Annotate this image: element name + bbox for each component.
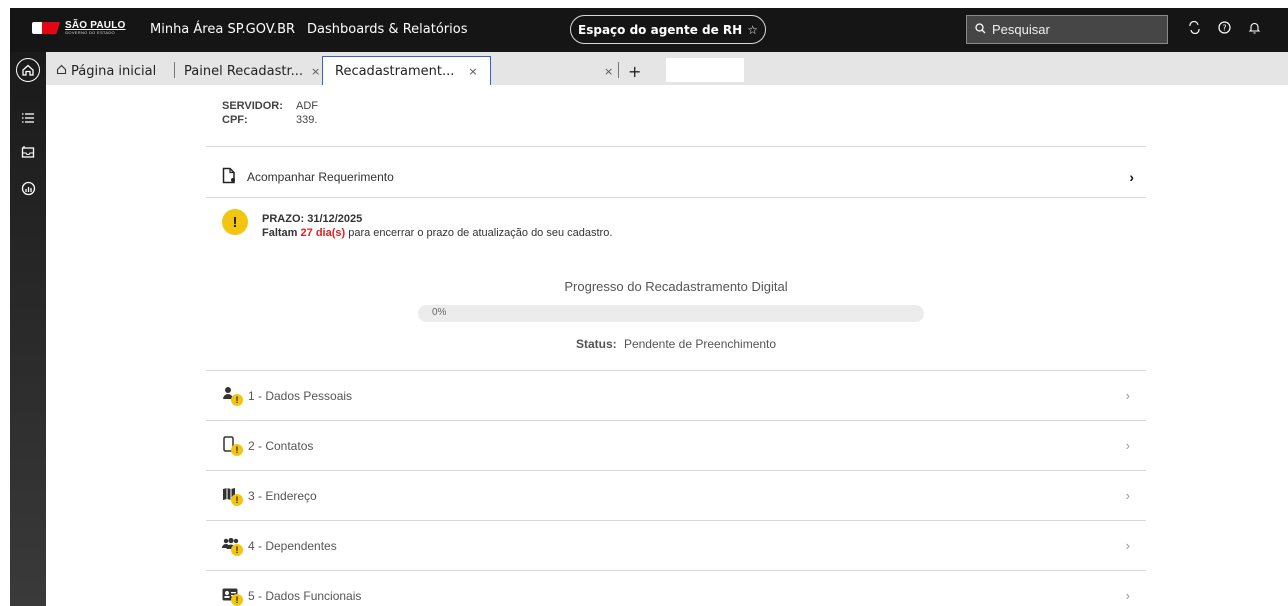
- status-value: Pendente de Preenchimento: [623, 337, 777, 351]
- progress-percent: 0%: [432, 307, 447, 318]
- cpf-label: CPF:: [222, 114, 248, 126]
- tab-painel-label: Painel Recadastr...: [184, 63, 304, 79]
- section-dependentes[interactable]: ! 4 - Dependentes ›: [206, 520, 1146, 570]
- chevron-right-icon: ›: [1125, 588, 1130, 603]
- logo-subtitle: GOVERNO DO ESTADO: [65, 30, 115, 35]
- app-frame: SÃO PAULO GOVERNO DO ESTADO Minha Área S…: [10, 8, 1288, 606]
- section-contatos[interactable]: ! 2 - Contatos ›: [206, 420, 1146, 470]
- acompanhar-requerimento-row[interactable]: Acompanhar Requerimento ›: [222, 164, 1146, 190]
- tab-divider: [618, 62, 619, 78]
- nav-dashboards[interactable]: Dashboards & Relatórios: [307, 22, 467, 37]
- phone-icon: !: [222, 435, 246, 456]
- progress-bar: [418, 305, 924, 322]
- prazo-title: PRAZO: 31/12/2025: [262, 213, 363, 225]
- bell-icon[interactable]: [1248, 21, 1261, 37]
- chevron-right-icon: ›: [1129, 169, 1134, 185]
- search-placeholder: Pesquisar: [992, 22, 1050, 37]
- servidor-info: SERVIDOR: ADF CPF: 339.: [222, 99, 318, 127]
- agent-space-label: Espaço do agente de RH: [578, 22, 743, 37]
- sao-paulo-logo[interactable]: SÃO PAULO GOVERNO DO ESTADO: [32, 20, 126, 36]
- add-tab-button[interactable]: +: [628, 57, 641, 85]
- tab-home-label: Página inicial: [71, 63, 157, 79]
- person-icon: !: [222, 386, 246, 406]
- agent-space-button[interactable]: Espaço do agente de RH ☆: [570, 15, 766, 44]
- section-label: 5 - Dados Funcionais: [248, 588, 362, 603]
- warning-icon: !: [222, 209, 248, 235]
- chevron-right-icon: ›: [1125, 538, 1130, 553]
- home-icon[interactable]: [16, 58, 40, 82]
- close-icon[interactable]: ×: [604, 65, 613, 78]
- sync-icon[interactable]: [1188, 20, 1201, 37]
- tab-bar: Página inicial Painel Recadastr... × Rec…: [46, 52, 1288, 86]
- section-dados-funcionais[interactable]: ! 5 - Dados Funcionais ›: [206, 570, 1146, 606]
- chevron-right-icon: ›: [1125, 388, 1130, 403]
- section-label: 1 - Dados Pessoais: [248, 388, 353, 403]
- status-line: Status: Pendente de Preenchimento: [206, 337, 1146, 351]
- cpf-value: 339.: [296, 114, 318, 126]
- search-icon: [975, 22, 986, 37]
- menu-list-icon[interactable]: [16, 106, 40, 130]
- divider: [206, 197, 1146, 198]
- acompanhar-label: Acompanhar Requerimento: [247, 170, 394, 184]
- tab-painel[interactable]: Painel Recadastr... ×: [184, 57, 320, 85]
- progress-title: Progresso do Recadastramento Digital: [564, 279, 788, 294]
- map-icon: !: [222, 486, 246, 506]
- close-icon[interactable]: ×: [311, 65, 320, 78]
- prazo-days: 27 dia(s): [300, 227, 346, 239]
- document-search-icon: [222, 167, 238, 188]
- section-label: 4 - Dependentes: [248, 538, 337, 553]
- status-label: Status:: [575, 337, 617, 351]
- svg-text:?: ?: [1222, 24, 1226, 33]
- top-bar: SÃO PAULO GOVERNO DO ESTADO Minha Área S…: [10, 8, 1288, 52]
- prazo-prefix: Faltam: [262, 227, 298, 239]
- close-icon[interactable]: ×: [468, 65, 477, 78]
- search-input[interactable]: Pesquisar: [966, 15, 1168, 44]
- section-label: 2 - Contatos: [248, 438, 314, 453]
- inbox-icon[interactable]: [16, 140, 40, 164]
- servidor-label: SERVIDOR:: [222, 100, 283, 112]
- prazo-notice: PRAZO: 31/12/2025 Faltam 27 dia(s) para …: [262, 212, 612, 240]
- people-icon: !: [222, 536, 246, 556]
- tab-recadastramento-label: Recadastrament...: [335, 63, 455, 79]
- tab-divider: [174, 62, 175, 78]
- section-label: 3 - Endereço: [248, 488, 317, 503]
- left-sidebar: [10, 52, 46, 606]
- analytics-icon[interactable]: [16, 176, 40, 200]
- main-content: SERVIDOR: ADF CPF: 339. Acompanhar Requeri…: [46, 85, 1288, 606]
- home-small-icon: [56, 64, 67, 79]
- tab-unnamed[interactable]: ×: [596, 57, 613, 85]
- servidor-value: ADF: [296, 100, 318, 112]
- section-endereco[interactable]: ! 3 - Endereço ›: [206, 470, 1146, 520]
- prazo-suffix: para encerrar o prazo de atualização do …: [348, 227, 613, 239]
- tab-recadastramento[interactable]: Recadastrament... ×: [322, 56, 491, 86]
- tab-home[interactable]: Página inicial: [56, 57, 156, 85]
- chevron-right-icon: ›: [1125, 438, 1130, 453]
- nav-minha-area[interactable]: Minha Área SP.GOV.BR: [150, 22, 295, 37]
- section-dados-pessoais[interactable]: ! 1 - Dados Pessoais ›: [206, 370, 1146, 420]
- star-icon: ☆: [747, 22, 758, 37]
- help-icon[interactable]: ?: [1218, 21, 1231, 37]
- id-card-icon: !: [222, 586, 246, 606]
- divider: [206, 146, 1146, 147]
- chevron-right-icon: ›: [1125, 488, 1130, 503]
- tab-blank-area: [666, 58, 744, 82]
- logo-mark-icon: [32, 20, 62, 36]
